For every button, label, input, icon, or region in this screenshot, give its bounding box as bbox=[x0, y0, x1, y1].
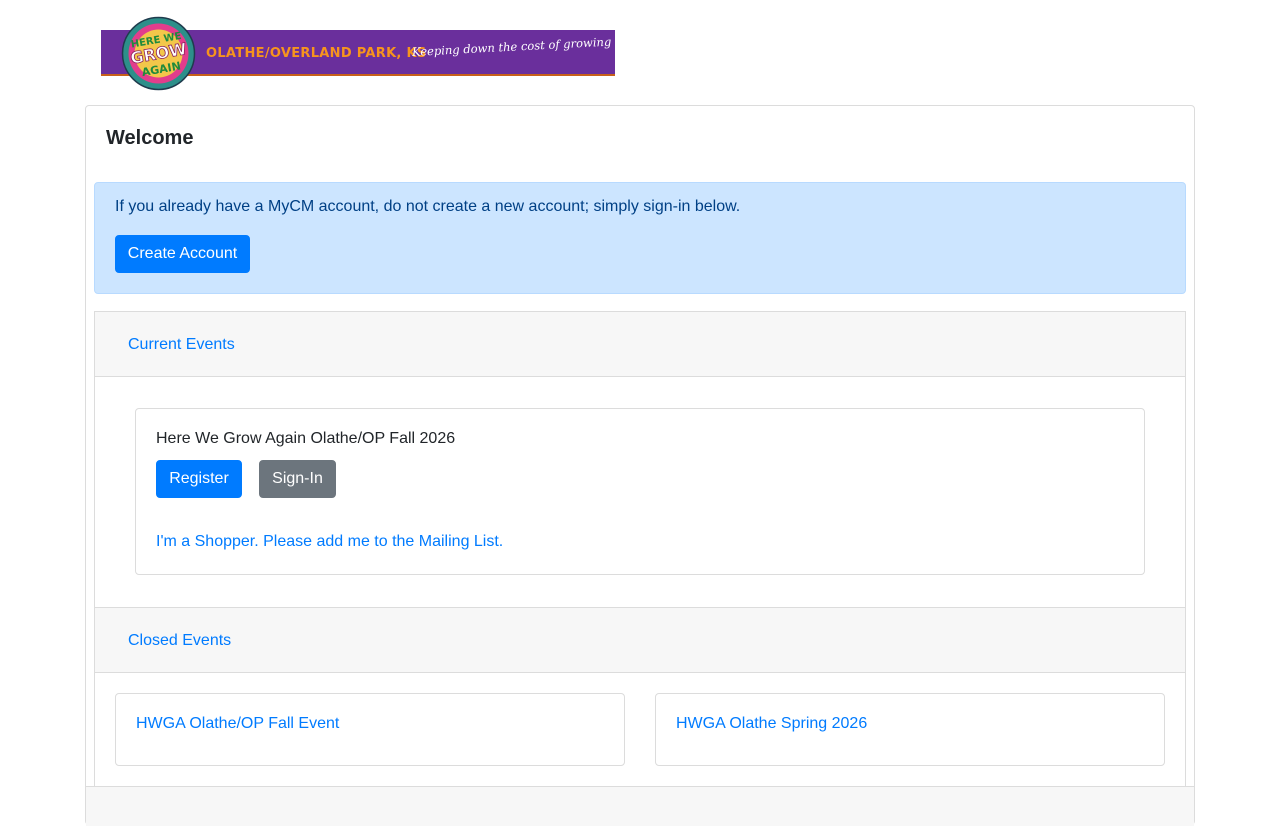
site-banner[interactable]: HERE WE GROW AGAIN OLATHE/OVERLAND PARK,… bbox=[101, 16, 635, 91]
welcome-card: Welcome If you already have a MyCM accou… bbox=[85, 105, 1195, 826]
event-card: Here We Grow Again Olathe/OP Fall 2026 R… bbox=[135, 408, 1145, 575]
closed-event-card: HWGA Olathe/OP Fall Event bbox=[115, 693, 625, 766]
closed-events-section: Closed Events HWGA Olathe/OP Fall Event … bbox=[94, 607, 1186, 787]
mailing-list-link[interactable]: I'm a Shopper. Please add me to the Mail… bbox=[156, 533, 503, 551]
alert-text: If you already have a MyCM account, do n… bbox=[115, 198, 741, 215]
event-title: Here We Grow Again Olathe/OP Fall 2026 bbox=[156, 430, 456, 447]
page-title: Welcome bbox=[106, 127, 194, 149]
sign-in-button[interactable]: Sign-In bbox=[259, 460, 336, 498]
create-account-button[interactable]: Create Account bbox=[115, 235, 250, 273]
closed-events-header: Closed Events bbox=[95, 608, 1185, 673]
closed-events-toggle-link[interactable]: Closed Events bbox=[128, 632, 231, 650]
closed-event-link[interactable]: HWGA Olathe Spring 2026 bbox=[676, 715, 867, 733]
current-events-section: Current Events Here We Grow Again Olathe… bbox=[94, 311, 1186, 608]
register-button[interactable]: Register bbox=[156, 460, 242, 498]
current-events-header: Current Events bbox=[95, 312, 1185, 377]
card-footer bbox=[86, 786, 1194, 826]
closed-event-link[interactable]: HWGA Olathe/OP Fall Event bbox=[136, 715, 339, 733]
account-info-alert: If you already have a MyCM account, do n… bbox=[94, 182, 1186, 294]
closed-event-card: HWGA Olathe Spring 2026 bbox=[655, 693, 1165, 766]
here-we-grow-again-logo: HERE WE GROW AGAIN bbox=[121, 16, 196, 91]
current-events-toggle-link[interactable]: Current Events bbox=[128, 336, 235, 354]
banner-city-text: OLATHE/OVERLAND PARK, KS bbox=[206, 46, 427, 61]
